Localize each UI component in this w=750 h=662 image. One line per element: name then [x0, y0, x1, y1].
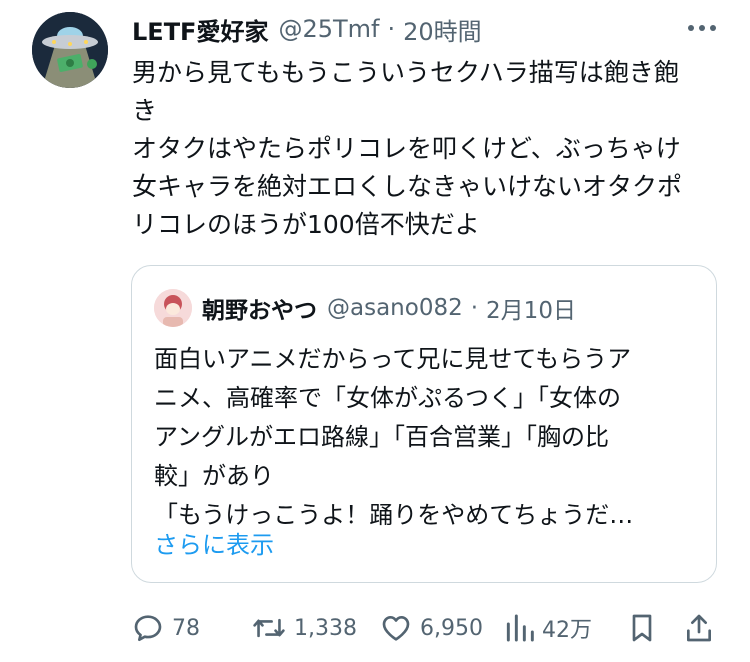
retweet-count: 1,338	[294, 615, 357, 641]
like-button[interactable]: 6,950	[380, 603, 483, 653]
quoted-tweet-text: 面白いアニメだからって兄に見せてもらうア ニメ、高確率で「女体がぷるつく」「女体…	[154, 345, 634, 529]
tweet-header: LETF愛好家 @25Tmf · 20時間	[132, 12, 482, 46]
ufo-avatar-image	[32, 12, 108, 88]
share-icon	[687, 614, 712, 642]
views-icon	[506, 614, 534, 642]
bookmark-button[interactable]	[627, 603, 657, 653]
tweet-text: 男から見てももうこういうセクハラ描写は飽き飽 き オタクはやたらポリコレを叩くけ…	[132, 58, 683, 239]
quoted-author-display-name[interactable]: 朝野おやつ	[202, 291, 317, 325]
retweet-button[interactable]: 1,338	[252, 603, 357, 653]
quoted-tweet-timestamp[interactable]: 2月10日	[486, 291, 576, 325]
like-count: 6,950	[420, 615, 483, 641]
tweet-action-bar: 78 1,338 6,950 42万	[0, 603, 750, 653]
header-separator: ·	[387, 15, 396, 43]
more-options-button[interactable]	[682, 14, 722, 42]
view-count: 42万	[542, 618, 592, 643]
quoted-author-avatar[interactable]	[154, 289, 192, 327]
author-avatar[interactable]	[32, 12, 108, 88]
author-display-name[interactable]: LETF愛好家	[132, 12, 268, 47]
reply-count: 78	[172, 615, 200, 641]
quoted-tweet-card[interactable]: 朝野おやつ @asano082 · 2月10日 面白いアニメだからって兄に見せて…	[131, 265, 717, 583]
quoted-avatar-image	[154, 289, 192, 327]
quoted-header-separator: ·	[470, 295, 479, 321]
author-handle[interactable]: @25Tmf	[278, 15, 379, 43]
tweet-timestamp[interactable]: 20時間	[403, 12, 482, 47]
reply-button[interactable]: 78	[132, 603, 200, 653]
bookmark-icon	[632, 614, 652, 642]
views-button[interactable]: 42万	[504, 603, 592, 653]
quoted-author-handle[interactable]: @asano082	[327, 295, 463, 321]
share-button[interactable]	[684, 603, 714, 653]
like-icon	[382, 616, 410, 641]
reply-icon	[134, 615, 162, 642]
quoted-tweet-header: 朝野おやつ @asano082 · 2月10日	[202, 290, 576, 326]
retweet-icon	[253, 618, 285, 638]
show-more-link[interactable]: さらに表示	[154, 525, 274, 560]
more-icon	[688, 25, 716, 31]
